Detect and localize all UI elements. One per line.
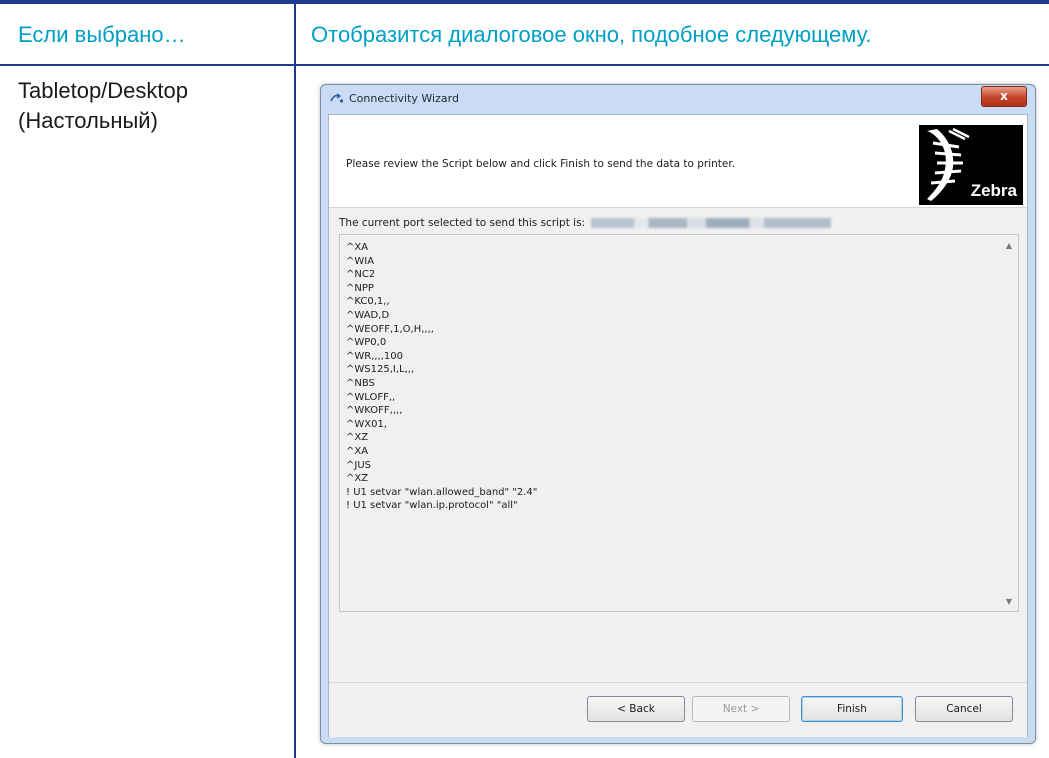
script-textarea[interactable]: ^XA ^WIA ^NC2 ^NPP ^KC0,1,, ^WAD,D ^WEOFF,1,O,… [339, 234, 1019, 612]
table-header-result: Отобразится диалоговое окно, подобное сл… [311, 22, 872, 47]
script-content: ^XA ^WIA ^NC2 ^NPP ^KC0,1,, ^WAD,D ^WEOFF,1,O,… [346, 241, 537, 513]
scroll-down-icon[interactable]: ▼ [1004, 597, 1014, 607]
script-line: ! U1 setvar "wlan.ip.protocol" "all" [346, 500, 518, 512]
script-line: ^XA [346, 445, 369, 457]
table-top-rule [0, 0, 1049, 4]
cancel-button[interactable]: Cancel [915, 696, 1013, 722]
script-line: ^WIA [346, 255, 375, 267]
table-cell-option: Tabletop/Desktop (Настольный) [18, 76, 188, 136]
port-label: The current port selected to send this s… [339, 217, 586, 229]
script-line: ^NBS [346, 377, 375, 389]
window-title: Connectivity Wizard [349, 92, 459, 105]
wizard-header: Please review the Script below and click… [329, 115, 1027, 208]
connectivity-wizard-window: Connectivity Wizard x Please review the … [320, 84, 1036, 744]
script-line: ^WP0,0 [346, 337, 387, 349]
script-line: ^WS125,I,L,,, [346, 364, 415, 376]
script-line: ! U1 setvar "wlan.allowed_band" "2.4" [346, 486, 538, 498]
table-column-separator [294, 0, 296, 758]
table-header-option: Если выбрано… [18, 22, 186, 47]
scroll-up-icon[interactable]: ▲ [1004, 241, 1014, 251]
script-line: ^WLOFF,, [346, 391, 396, 403]
wizard-footer: < Back Next > Finish Cancel [329, 682, 1027, 737]
script-line: ^WR,,,,100 [346, 350, 404, 362]
script-line: ^WKOFF,,,, [346, 405, 403, 417]
wizard-body: The current port selected to send this s… [329, 208, 1027, 682]
back-button[interactable]: < Back [587, 696, 685, 722]
instruction-text: Please review the Script below and click… [346, 158, 736, 170]
zebra-logo: Zebra [919, 125, 1023, 205]
script-line: ^XZ [346, 432, 369, 444]
option-translation: (Настольный) [18, 108, 158, 133]
script-line: ^XA [346, 242, 369, 253]
script-line: ^WEOFF,1,O,H,,,, [346, 323, 434, 335]
next-button[interactable]: Next > [692, 696, 790, 722]
script-line: ^WAD,D [346, 309, 390, 321]
script-line: ^XZ [346, 473, 369, 485]
wizard-icon [330, 93, 344, 103]
script-line: ^NPP [346, 282, 374, 294]
table-header-rule [0, 64, 1049, 66]
script-line: ^NC2 [346, 269, 376, 281]
script-line: ^WX01, [346, 418, 388, 430]
dialog-client-area: Please review the Script below and click… [328, 114, 1028, 737]
close-button[interactable]: x [981, 86, 1027, 107]
script-line: ^KC0,1,, [346, 296, 390, 308]
script-line: ^JUS [346, 459, 371, 471]
port-info: The current port selected to send this s… [339, 217, 832, 229]
option-name: Tabletop/Desktop [18, 78, 188, 103]
finish-button[interactable]: Finish [801, 696, 903, 722]
port-value-redacted [591, 218, 832, 228]
title-bar[interactable]: Connectivity Wizard x [321, 85, 1035, 113]
logo-wordmark: Zebra [970, 181, 1017, 200]
